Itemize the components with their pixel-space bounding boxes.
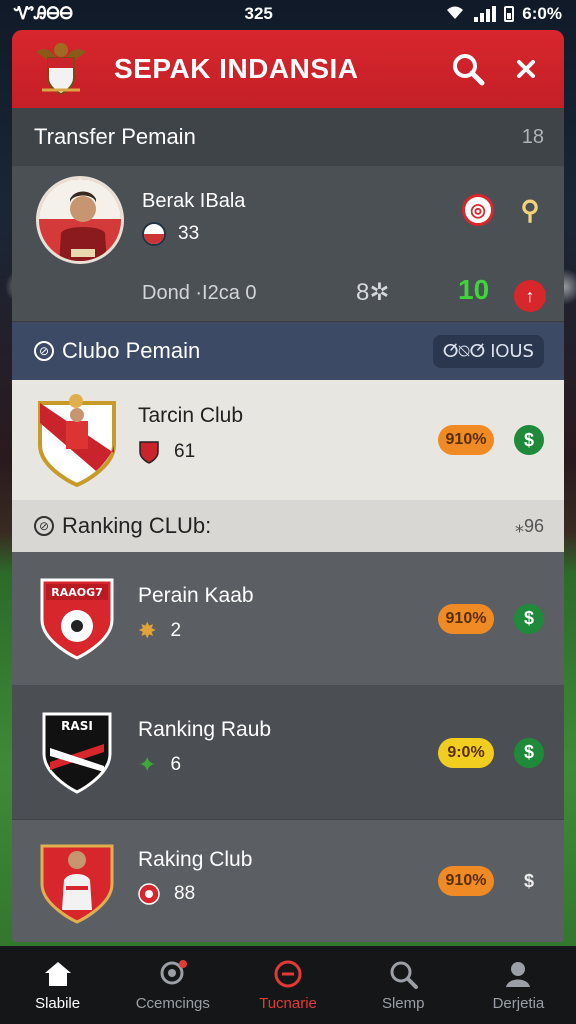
percent-pill: 910% [438,603,494,634]
shield-icon [138,883,160,905]
buy-button[interactable]: $ [514,603,544,634]
wifi-icon [444,4,466,25]
player-card[interactable]: Berak IBala 33 Dond ·I2ca 0 8✲ 10 ◎ ⚲ ↑ [12,166,564,322]
club-crest-logo [36,836,118,930]
club-value: 61 [174,441,196,462]
search-button[interactable] [448,49,488,89]
club-name: Ranking Raub [138,718,272,741]
club-card-top[interactable]: Tarcin Club 61 910% $ [12,380,564,500]
dollar-icon: $ [523,608,534,628]
buy-button[interactable]: $ [514,425,544,455]
ranking-count: ⁎96 [514,515,544,536]
ranking-section-header: ⊘ Ranking CLUb: ⁎96 [12,500,564,552]
ring-icon: ⊘ [34,516,54,536]
clubs-section-header: ⊘ Clubo Pemain ⵚ⍉ⵚ IOꓴꓢ [12,322,564,380]
transfer-title: Transfer Pemain [34,124,196,149]
club-value: 2 [170,620,182,641]
carrier-label: ᏉᎯᎾᎾ [14,4,74,23]
dollar-icon: $ [523,870,534,891]
ranking-row[interactable]: RAAOG7 Perain Kaab ✸ 2 910% $ [12,552,564,686]
clubs-badge[interactable]: ⵚ⍉ⵚ IOꓴꓢ [432,334,544,368]
percent-pill: 910% [438,866,494,896]
search-icon [388,959,419,989]
location-icon [158,959,188,989]
dollar-icon: $ [523,742,534,762]
nav-label: Slabile [35,994,81,1012]
nav-item-home[interactable]: Slabile [0,946,115,1024]
transfer-icon: ⚲ [520,194,540,225]
logo-text: RAAOG7 [51,586,103,599]
target-icon: ◎ [470,199,486,220]
club-info: ✦ 6 [138,752,181,778]
ball-icon [273,959,303,989]
search-icon [453,54,485,86]
club-name: Perain Kaab [138,584,254,607]
percent-pill: 9:0% [438,737,494,768]
garuda-crest-logo [30,38,92,100]
clubs-title: Clubo Pemain [62,338,201,363]
club-name: Tarcin Club [138,404,244,427]
buy-button[interactable]: $ [514,866,544,896]
arrow-up-icon: ↑ [525,285,535,306]
battery-percent: 6:0% [522,4,562,23]
ring-icon: ⊘ [34,341,54,361]
player-info: 33 [142,222,199,246]
upload-button[interactable]: ↑ [514,280,546,312]
profile-icon [503,959,533,989]
nav-item-tournament[interactable]: Tucnarie [230,946,345,1024]
club-info: ✸ 2 [138,618,181,644]
club-crest-logo: RASI [36,706,118,800]
player-stats: Dond ·I2ca 0 [142,282,257,304]
nav-label: Derjetia [492,994,545,1012]
club-info: 88 [138,882,195,906]
player-rating: 8✲ [356,279,390,306]
app-header: SEPAK INDANSIA [12,30,564,108]
transfer-count: 18 [521,125,544,148]
nav-item-profile[interactable]: Derjetia [461,946,576,1024]
dollar-icon: $ [523,429,534,450]
club-value: 88 [174,883,196,904]
club-info: 61 [138,440,195,464]
home-icon [43,959,73,989]
player-number: 33 [178,223,200,244]
flag-icon [142,222,166,246]
swap-button[interactable]: ⚲ [514,194,546,226]
battery-icon [504,6,515,22]
close-icon [517,60,535,78]
leaf-icon: ✦ [138,752,157,777]
shield-icon [139,441,159,464]
nav-label: Tucnarie [259,994,317,1012]
club-crest-logo [36,393,118,488]
nav-item-search[interactable]: Slemp [346,946,461,1024]
ranking-title: Ranking CLUb: [62,513,212,538]
status-bar: ᏉᎯᎾᎾ 325 6:0% [0,0,576,28]
app-title: SEPAK INDANSIA [114,53,359,84]
club-crest-logo: RAAOG7 [36,572,118,666]
player-score: 10 [458,274,490,305]
buy-button[interactable]: $ [514,737,544,768]
nav-item-location[interactable]: Ccemcings [115,946,230,1024]
transfer-section-header: Transfer Pemain 18 [12,108,564,166]
target-button[interactable]: ◎ [462,194,494,226]
club-value: 6 [170,754,182,775]
player-avatar [36,176,124,264]
star-icon: ✸ [138,618,157,643]
close-button[interactable] [506,49,546,89]
bottom-nav: Slabile Ccemcings Tucnarie Slemp Derjeti… [0,946,576,1024]
logo-text: RASI [61,719,93,733]
ranking-row[interactable]: RASI Ranking Raub ✦ 6 9:0% $ [12,686,564,820]
nav-label: Slemp [381,994,425,1012]
nav-label: Ccemcings [135,994,210,1012]
signal-icon [474,6,497,22]
player-name: Berak IBala [142,190,246,212]
club-name: Raking Club [138,848,253,871]
clock: 325 [244,4,273,23]
app-container: SEPAK INDANSIA Transfer Pemain 18 Berak … [12,30,564,946]
percent-pill: 910% [438,425,494,455]
ranking-row[interactable]: Raking Club 88 910% $ [12,820,564,942]
